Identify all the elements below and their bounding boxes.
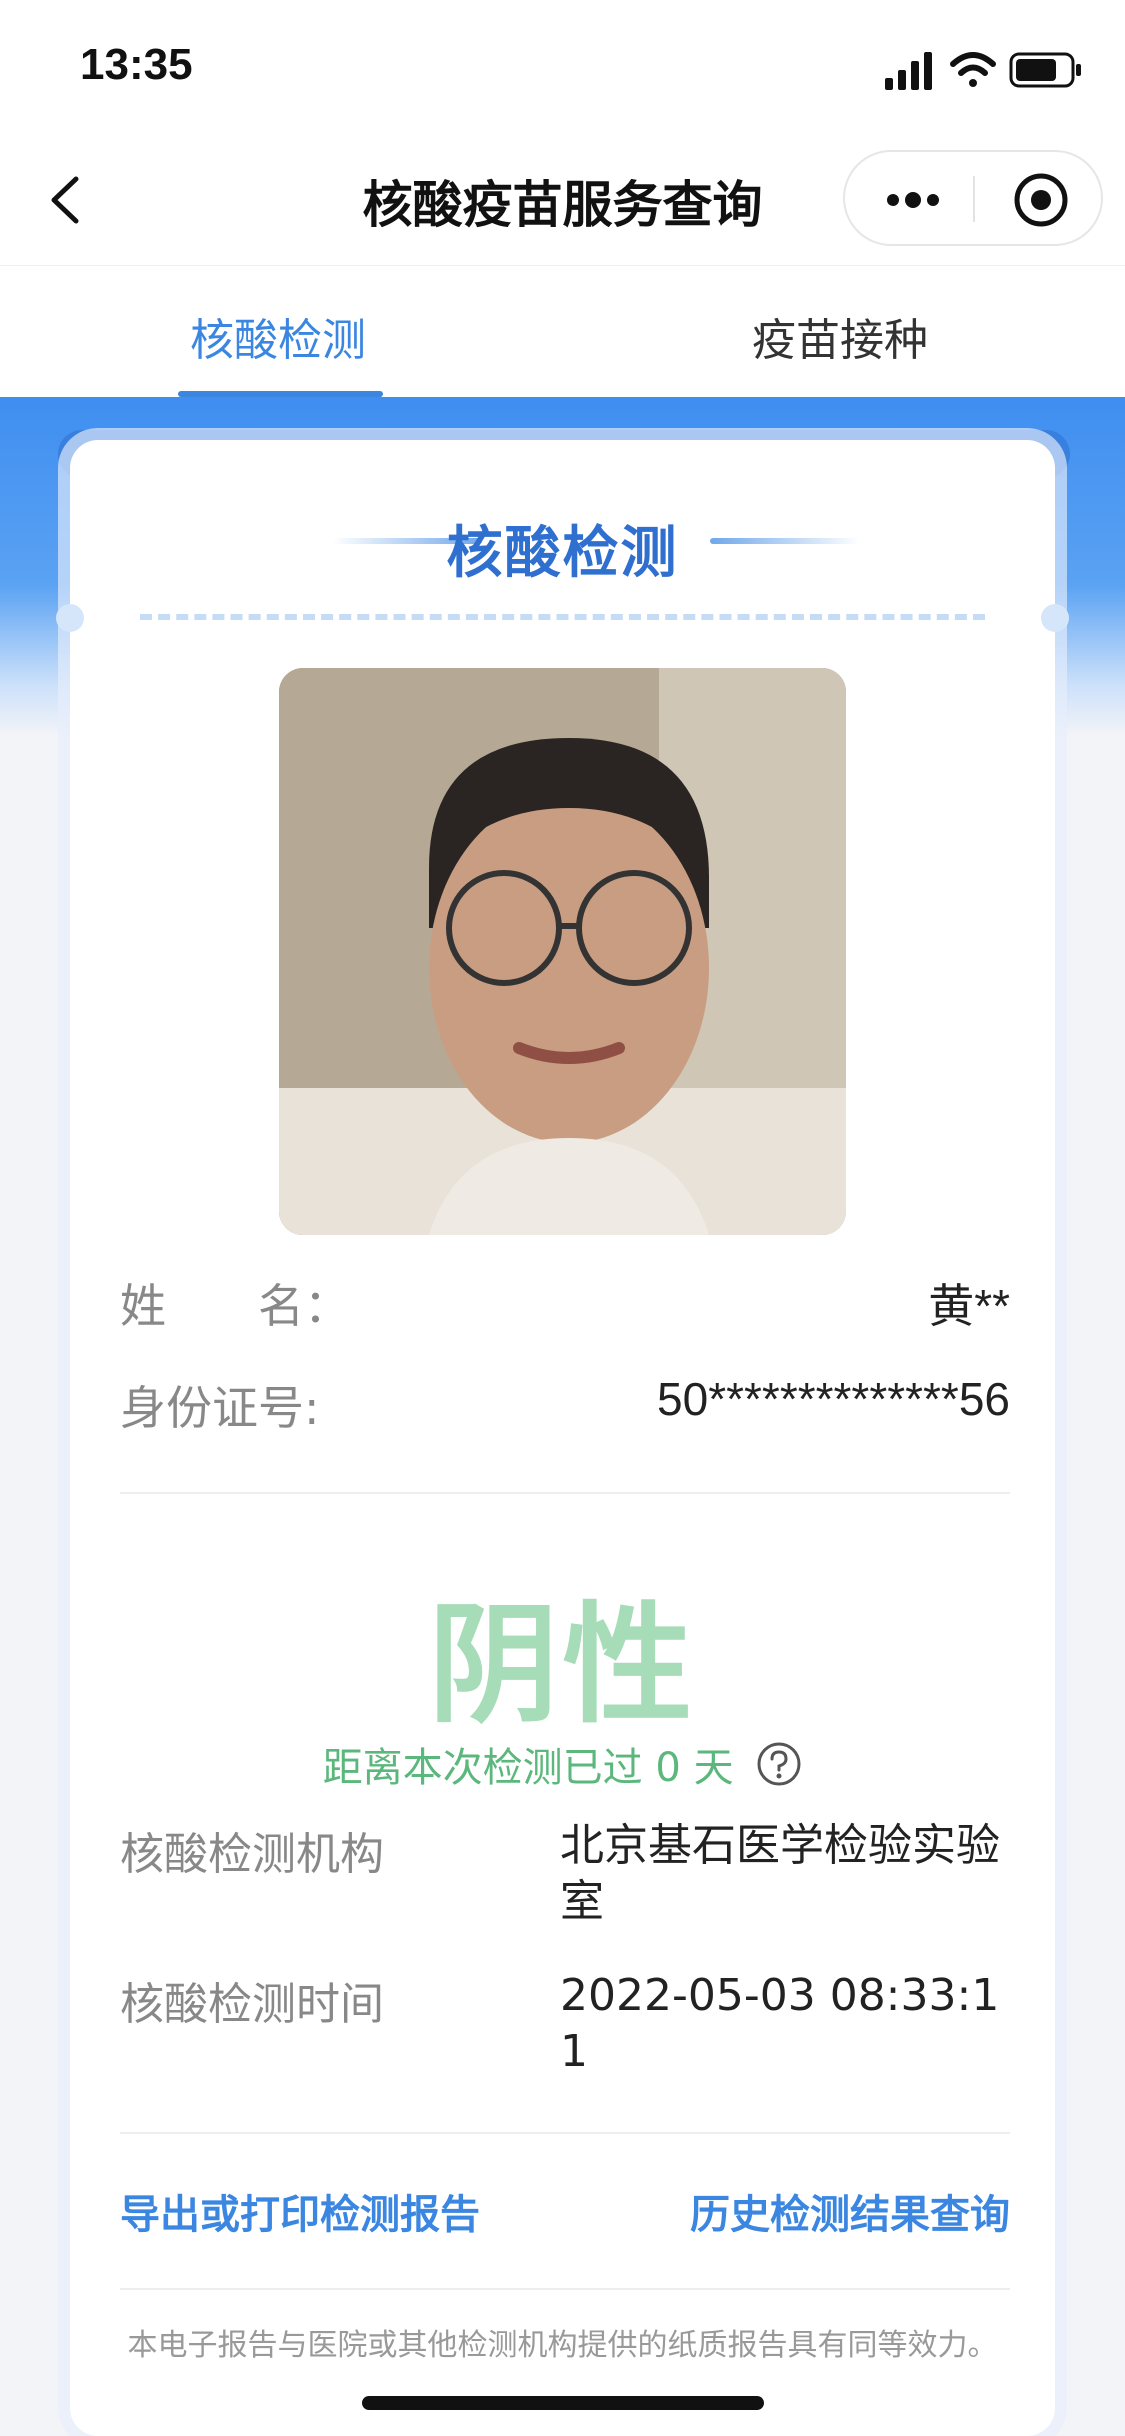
divider [120, 1492, 1010, 1494]
institution-label: 核酸检测机构 [120, 1829, 384, 1880]
test-time-value: 2022-05-03 08:33:11 [560, 1970, 1000, 2077]
tab-vaccination[interactable]: 疫苗接种 [752, 304, 928, 368]
status-icons [885, 52, 1081, 90]
footer-note: 本电子报告与医院或其他检测机构提供的纸质报告具有同等效力。 [127, 2328, 998, 2363]
test-result: 阴性 [428, 1589, 697, 1741]
divider [120, 2132, 1010, 2134]
card-title: 核酸检测 [446, 521, 679, 586]
signal-icon [885, 52, 932, 90]
institution-value: 北京基石医学检验实验室 [560, 1820, 1000, 1927]
name-value: 黄** [928, 1280, 1010, 1332]
history-results-link[interactable]: 历史检测结果查询 [690, 2182, 1010, 2240]
user-photo [279, 668, 846, 1235]
capsule-divider [973, 176, 975, 222]
days-since-test: 距离本次检测已过 0 天 [70, 1735, 1055, 1793]
wifi-icon [950, 52, 996, 87]
mini-program-capsule [843, 150, 1103, 246]
test-time-label: 核酸检测时间 [120, 1979, 384, 2030]
id-label: 身份证号: [120, 1381, 320, 1435]
card-notch-right [1041, 604, 1069, 632]
id-row: 身份证号: 50**************56 [120, 1372, 1010, 1442]
more-icon[interactable] [883, 180, 943, 220]
card-notch-left [56, 604, 84, 632]
tab-bar: 核酸检测 疫苗接种 [0, 265, 1125, 398]
name-row: 姓 名： 黄** [120, 1270, 1010, 1340]
help-icon[interactable] [756, 1741, 802, 1787]
card-title-row: 核酸检测 [70, 500, 1055, 586]
title-decoration-right [710, 538, 860, 544]
battery-icon [1009, 52, 1081, 88]
name-label: 姓 名： [120, 1279, 350, 1333]
home-indicator[interactable] [362, 2396, 764, 2410]
tab-nucleic-test[interactable]: 核酸检测 [190, 304, 366, 368]
days-since-text: 距离本次检测已过 0 天 [322, 1745, 734, 1791]
dashed-separator [140, 614, 985, 620]
status-bar: 13:35 [0, 0, 1125, 135]
id-value: 50**************56 [657, 1373, 1010, 1425]
nav-bar: 核酸疫苗服务查询 [0, 135, 1125, 265]
status-time: 13:35 [80, 40, 193, 89]
nucleic-test-card: 核酸检测 姓 名： 黄** 身份证号: 50**************56 阴… [56, 440, 1069, 2436]
export-report-link[interactable]: 导出或打印检测报告 [120, 2182, 480, 2240]
target-icon[interactable] [1013, 172, 1069, 228]
divider [120, 2288, 1010, 2290]
